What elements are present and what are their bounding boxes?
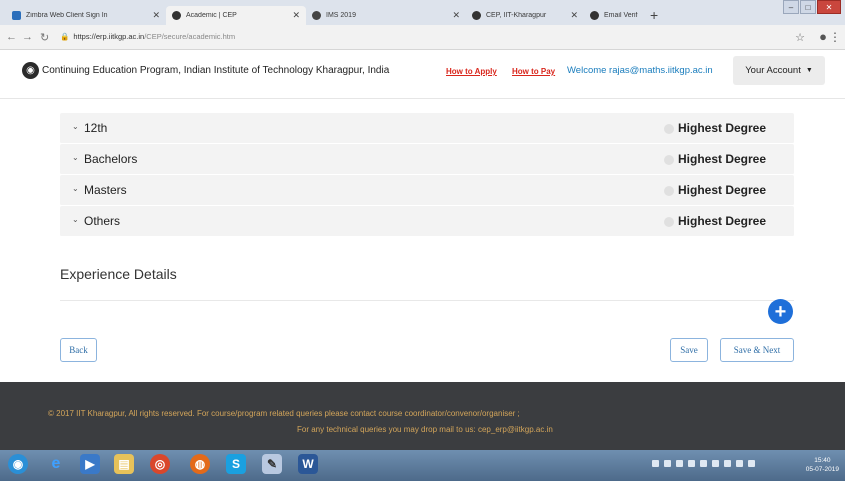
degree-list: ⌄ 12th Highest Degree ⌄ Bachelors Highes…	[60, 113, 794, 237]
browser-tab-cep[interactable]: CEP, IIT-Kharagpur ✕	[466, 6, 584, 25]
add-experience-button[interactable]: +	[768, 299, 793, 324]
new-tab-icon[interactable]: +	[650, 7, 658, 23]
browser-tab-academic[interactable]: Academic | CEP ✕	[166, 6, 306, 25]
highest-degree-radio[interactable]	[664, 217, 674, 227]
footer-copyright: © 2017 IIT Kharagpur, All rights reserve…	[48, 409, 520, 418]
tray-icon[interactable]	[652, 460, 659, 467]
bookmark-star-icon[interactable]: ☆	[795, 31, 805, 44]
close-tab-icon[interactable]: ✕	[570, 10, 578, 21]
degree-row-bachelors[interactable]: ⌄ Bachelors Highest Degree	[60, 144, 794, 175]
address-bar: ← → ↻ 🔒 https://erp.iitkgp.ac.in/CEP/secu…	[0, 25, 845, 50]
degree-row-masters[interactable]: ⌄ Masters Highest Degree	[60, 175, 794, 206]
chevron-down-icon: ⌄	[72, 215, 79, 224]
browser-tab-ims[interactable]: IMS 2019 ✕	[306, 6, 466, 25]
page-footer: © 2017 IIT Kharagpur, All rights reserve…	[0, 382, 845, 450]
chevron-down-icon: ⌄	[72, 153, 79, 162]
highest-degree-radio[interactable]	[664, 124, 674, 134]
globe-icon	[312, 11, 321, 20]
footer-contact: For any technical queries you may drop m…	[297, 425, 553, 434]
internet-explorer-icon[interactable]: e	[46, 454, 66, 474]
firefox-icon[interactable]: ◍	[190, 454, 210, 474]
browser-tab-zimbra[interactable]: Zimbra Web Client Sign In ✕	[6, 6, 166, 25]
close-tab-icon[interactable]: ✕	[452, 10, 460, 21]
close-tab-icon[interactable]: ✕	[292, 10, 300, 21]
forward-arrow-icon[interactable]: →	[22, 31, 33, 43]
tray-icon[interactable]	[712, 460, 719, 467]
degree-row-12th[interactable]: ⌄ 12th Highest Degree	[60, 113, 794, 144]
minimize-icon[interactable]: –	[783, 0, 799, 14]
skype-icon[interactable]: S	[226, 454, 246, 474]
profile-icon[interactable]: ●	[819, 29, 827, 44]
file-explorer-icon[interactable]: ▤	[114, 454, 134, 474]
back-arrow-icon[interactable]: ←	[6, 31, 17, 43]
back-button[interactable]: Back	[60, 338, 97, 362]
chrome-icon[interactable]: ◎	[150, 454, 170, 474]
tray-icon[interactable]	[676, 460, 683, 467]
save-next-button[interactable]: Save & Next	[720, 338, 794, 362]
window-controls: – □ ✕	[783, 0, 841, 14]
section-divider	[60, 300, 794, 301]
tray-icon[interactable]	[664, 460, 671, 467]
iit-logo-icon	[472, 11, 481, 20]
browser-tabstrip: Zimbra Web Client Sign In ✕ Academic | C…	[0, 0, 845, 25]
browser-tab-email-verification[interactable]: Email Verification Link Sent	[584, 6, 644, 25]
how-to-pay-link[interactable]: How to Pay	[512, 67, 555, 76]
highest-degree-radio[interactable]	[664, 155, 674, 165]
iit-logo-icon	[172, 11, 181, 20]
url-field[interactable]: 🔒 https://erp.iitkgp.ac.in/CEP/secure/aca…	[60, 32, 235, 41]
lock-icon: 🔒	[60, 32, 70, 41]
how-to-apply-link[interactable]: How to Apply	[446, 67, 497, 76]
site-title: Continuing Education Program, Indian Ins…	[42, 65, 390, 76]
iit-logo-icon	[590, 11, 599, 20]
start-orb-icon[interactable]: ◉	[8, 454, 28, 474]
reload-icon[interactable]: ↻	[40, 31, 49, 44]
tray-icon[interactable]	[688, 460, 695, 467]
tray-icon[interactable]	[724, 460, 731, 467]
your-account-button[interactable]: Your Account ▼	[733, 56, 825, 85]
system-tray	[652, 460, 755, 467]
taskbar-clock[interactable]: 15:40 05-07-2019	[806, 456, 839, 474]
network-icon[interactable]	[736, 460, 743, 467]
welcome-text: Welcome rajas@maths.iitkgp.ac.in	[567, 65, 713, 76]
iit-logo: ◉	[22, 62, 39, 79]
caret-down-icon: ▼	[805, 67, 813, 74]
chevron-down-icon: ⌄	[72, 184, 79, 193]
browser-menu-icon[interactable]: ⋮	[829, 30, 841, 44]
experience-details-heading: Experience Details	[60, 266, 177, 282]
word-icon[interactable]: W	[298, 454, 318, 474]
site-header: ◉ Continuing Education Program, Indian I…	[0, 55, 845, 99]
degree-row-others[interactable]: ⌄ Others Highest Degree	[60, 206, 794, 237]
close-window-icon[interactable]: ✕	[817, 0, 841, 14]
media-player-icon[interactable]: ▶	[80, 454, 100, 474]
os-taskbar: ◉ e ▶ ▤ ◎ ◍ S ✎ W 15:40 05-07-2019	[0, 450, 845, 481]
maximize-icon[interactable]: □	[800, 0, 816, 14]
close-tab-icon[interactable]: ✕	[152, 10, 160, 21]
volume-icon[interactable]	[748, 460, 755, 467]
save-button[interactable]: Save	[670, 338, 708, 362]
tray-icon[interactable]	[700, 460, 707, 467]
zimbra-icon	[12, 11, 21, 20]
paint-icon[interactable]: ✎	[262, 454, 282, 474]
chevron-down-icon: ⌄	[72, 122, 79, 131]
highest-degree-radio[interactable]	[664, 186, 674, 196]
